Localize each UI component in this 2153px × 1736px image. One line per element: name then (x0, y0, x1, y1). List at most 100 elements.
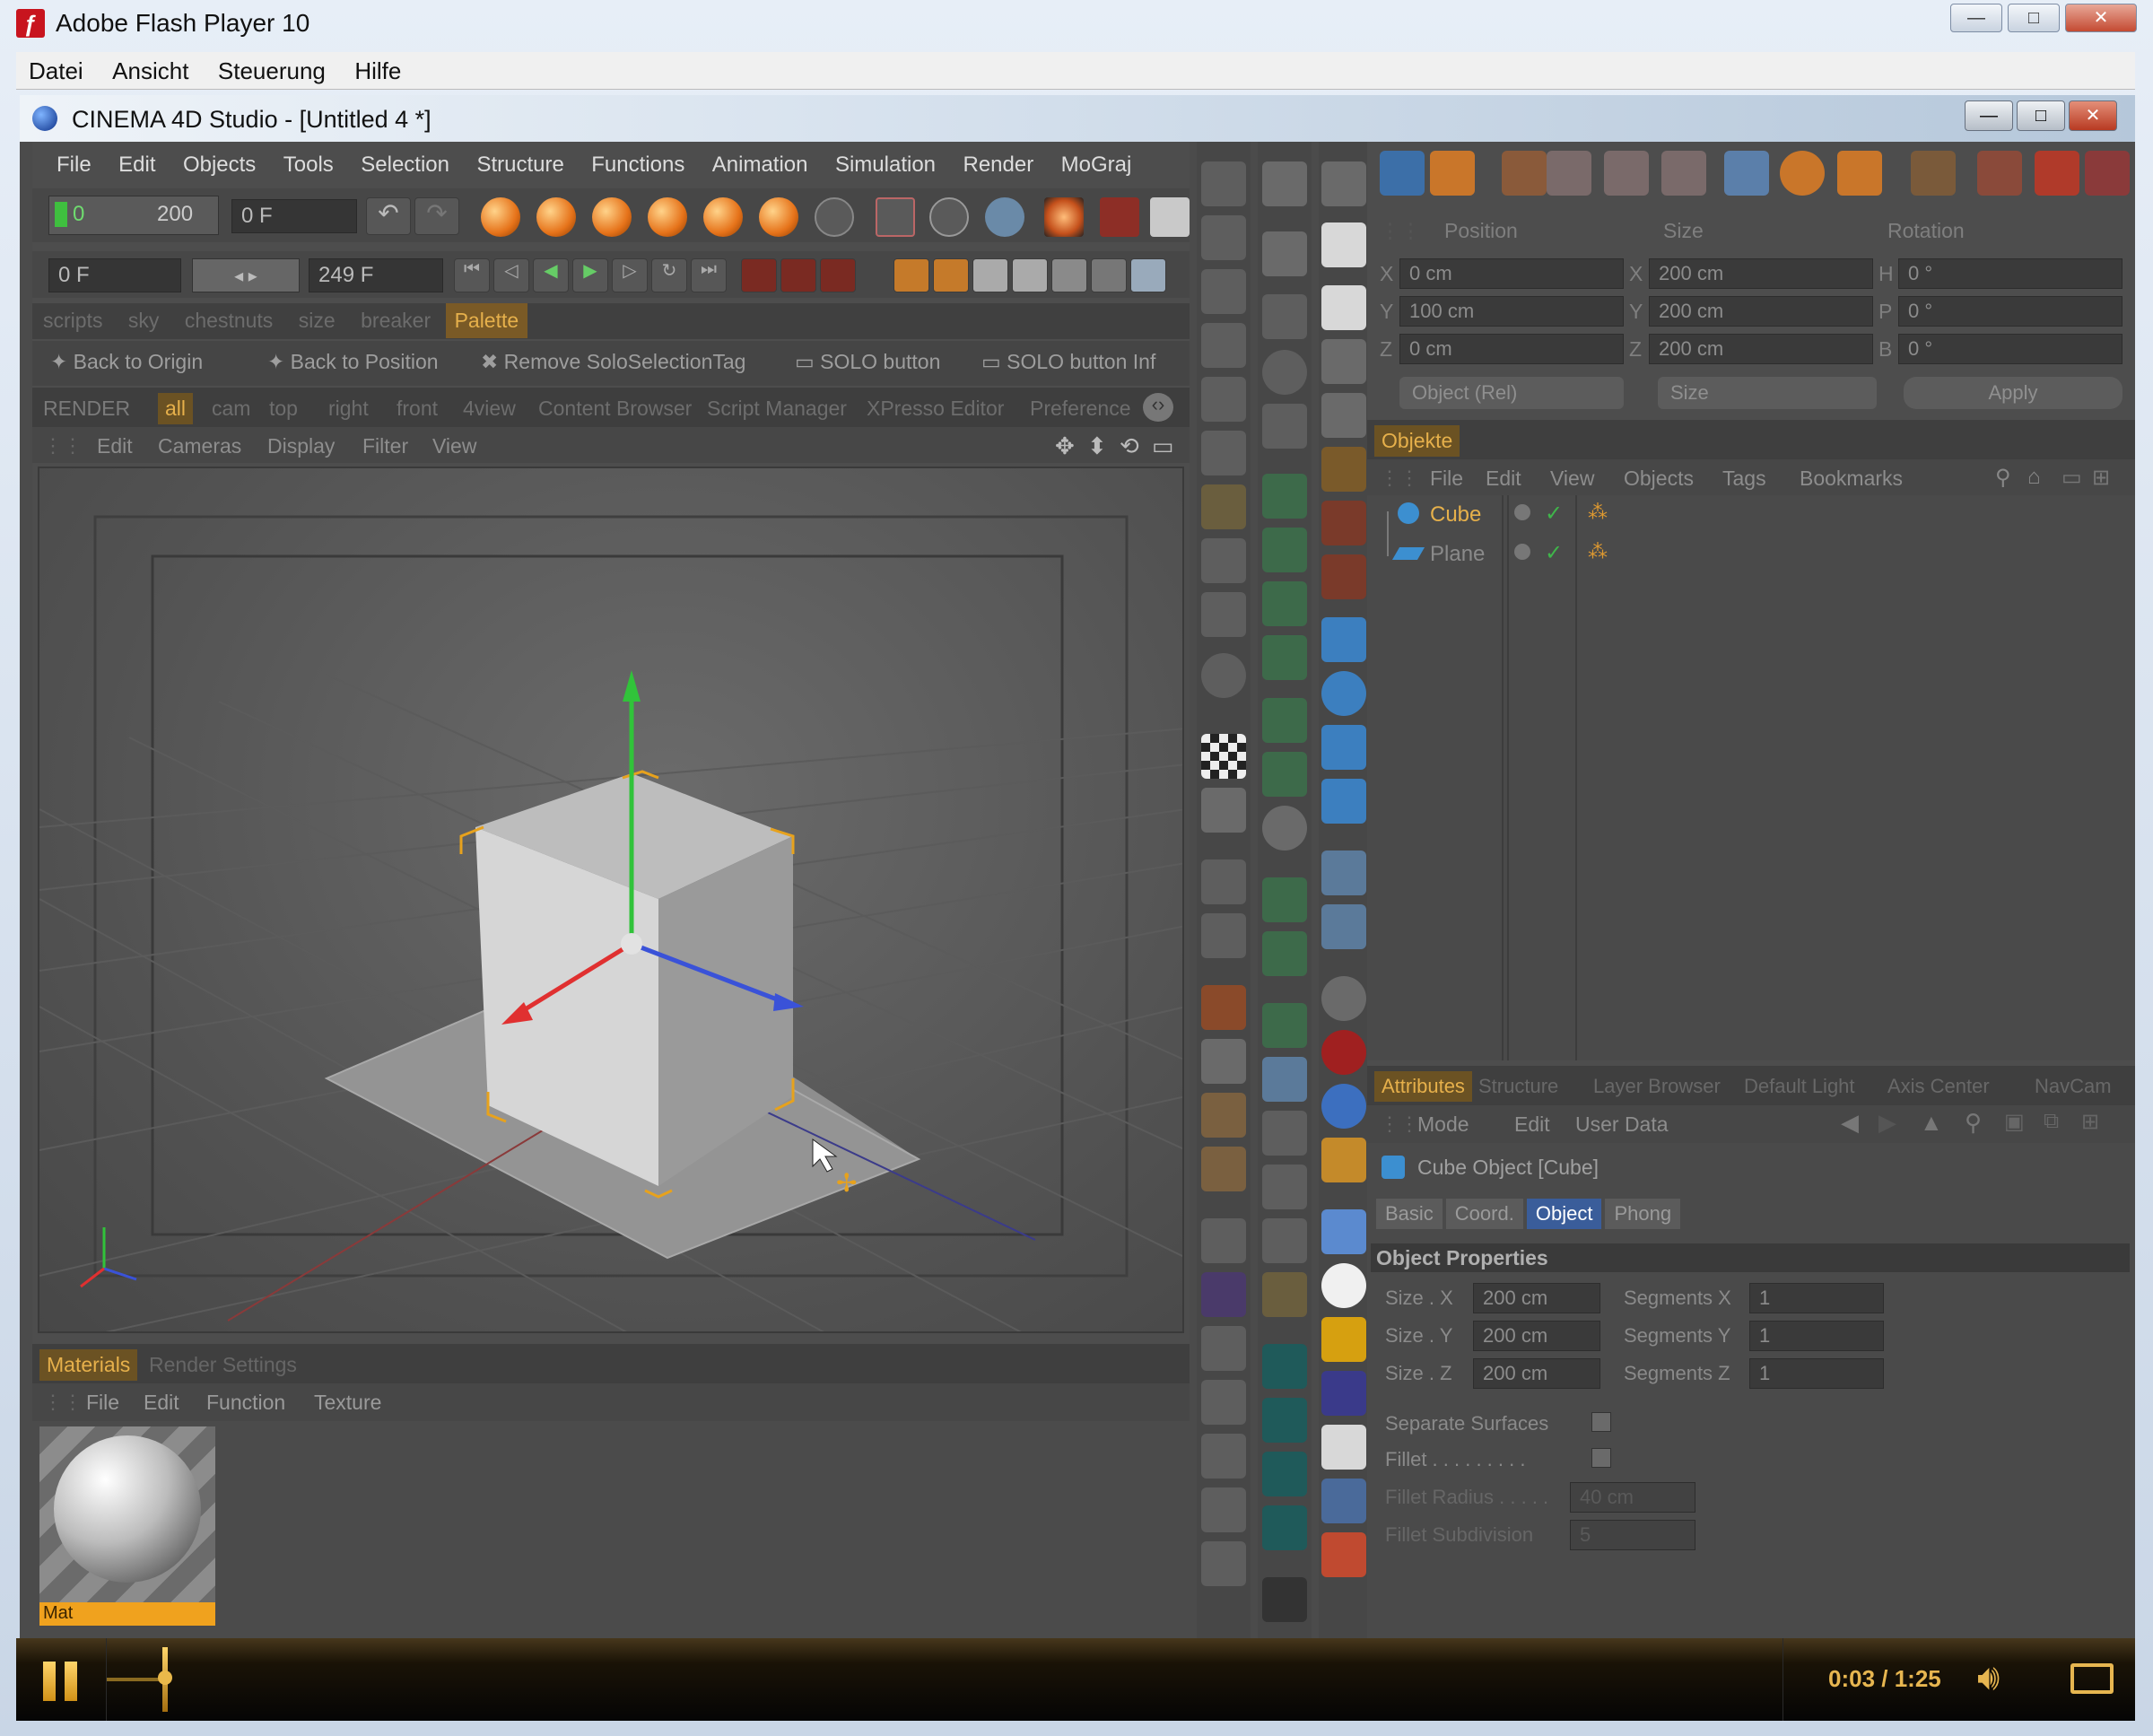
viewport-menu-filter[interactable]: Filter (362, 434, 408, 458)
scale-tool-icon[interactable] (592, 197, 632, 237)
palette-tab-chestnuts[interactable]: chestnuts (174, 303, 283, 333)
viewport-menu-display[interactable]: Display (267, 434, 335, 458)
circle-spline-icon[interactable] (1262, 350, 1307, 395)
tool2-icon-14[interactable] (1262, 931, 1307, 976)
key-position-icon[interactable] (893, 258, 929, 292)
move-mode-icon[interactable] (1724, 151, 1769, 196)
back-to-position-button[interactable]: ✦ Back to Position (267, 350, 439, 374)
tool-icon-8[interactable] (1201, 538, 1246, 583)
viewport-move-icon[interactable]: ✥ (1055, 432, 1075, 460)
viewport-rotate-icon[interactable]: ⟲ (1120, 432, 1139, 460)
c4d-menu-structure[interactable]: Structure (465, 147, 575, 178)
render-region-icon[interactable] (2035, 151, 2079, 196)
keyframe-select-icon[interactable] (820, 258, 856, 292)
rot-h-field[interactable]: 0 ° (1898, 258, 2122, 289)
tool-icon-15[interactable] (1201, 985, 1246, 1030)
view-tab-xpresso-editor[interactable]: XPresso Editor (867, 397, 1004, 421)
tool2-icon-25[interactable] (1262, 1577, 1307, 1622)
tool-icon-1[interactable] (1201, 161, 1246, 206)
tool2-icon-16[interactable] (1262, 1057, 1307, 1102)
tool3-icon-13[interactable] (1321, 851, 1366, 895)
material-name[interactable]: Mat (39, 1602, 215, 1626)
recent-tool-icon[interactable] (703, 197, 743, 237)
tool-icon-25[interactable] (1201, 1541, 1246, 1586)
menu-ansicht[interactable]: Ansicht (100, 52, 201, 85)
palette-tab-palette[interactable]: Palette (445, 303, 528, 338)
minimize-button[interactable]: — (1950, 4, 2002, 32)
materials-tab[interactable]: Materials (39, 1349, 138, 1381)
record-icon[interactable] (741, 258, 777, 292)
c4d-menu-functions[interactable]: Functions (580, 147, 696, 178)
goto-start-icon[interactable]: ⏮ (454, 258, 490, 292)
tool2-icon-21[interactable] (1262, 1344, 1307, 1389)
key-pla-icon[interactable] (1051, 258, 1087, 292)
viewport-menu-cameras[interactable]: Cameras (158, 434, 241, 458)
world-axis-icon[interactable] (815, 197, 854, 237)
tool3-icon-6[interactable] (1321, 447, 1366, 492)
tool2-icon-15[interactable] (1262, 1003, 1307, 1048)
gizmo-y-arrow[interactable] (623, 670, 641, 702)
tool3-icon-20[interactable] (1321, 1263, 1366, 1308)
tool-icon-12[interactable] (1201, 788, 1246, 833)
cube-object-name[interactable]: Cube (1430, 502, 1481, 528)
plane-tag-icon[interactable]: ⁂ (1588, 540, 1608, 563)
attributes-up-icon[interactable]: ▲ (1920, 1109, 1943, 1137)
objects-menu-tags[interactable]: Tags (1722, 467, 1766, 491)
seg-y-prop-field[interactable]: 1 (1749, 1321, 1884, 1351)
tool3-icon-22[interactable] (1321, 1371, 1366, 1416)
redo-button[interactable]: ↷ (414, 197, 459, 235)
object-mode-icon[interactable] (929, 197, 969, 237)
step-forward-icon[interactable]: ▷ (612, 258, 648, 292)
palette-tab-size[interactable]: size (288, 303, 346, 333)
c4d-menu-animation[interactable]: Animation (701, 147, 820, 178)
subtab-coord[interactable]: Coord. (1445, 1199, 1523, 1229)
palette-tab-scripts[interactable]: scripts (32, 303, 113, 333)
tool-6-icon[interactable] (759, 197, 798, 237)
tool3-icon-1[interactable] (1321, 161, 1366, 206)
goto-end-icon[interactable]: ⏭ (691, 258, 727, 292)
size-z-field[interactable]: 200 cm (1649, 334, 1873, 364)
viewport-menu-edit[interactable]: Edit (97, 434, 133, 458)
objects-menu-view[interactable]: View (1550, 467, 1594, 491)
rot-p-field[interactable]: 0 ° (1898, 296, 2122, 327)
render-ball-icon[interactable] (1044, 197, 1084, 237)
fillet-radius-field[interactable]: 40 cm (1570, 1482, 1695, 1513)
view-tabs-scroll-button[interactable]: ‹› (1143, 393, 1173, 422)
pos-y-field[interactable]: 100 cm (1399, 296, 1624, 327)
tool3-icon-21[interactable] (1321, 1317, 1366, 1362)
tool3-icon-5[interactable] (1321, 393, 1366, 438)
attributes-menu-edit[interactable]: Edit (1514, 1112, 1550, 1137)
subtab-phong[interactable]: Phong (1605, 1199, 1681, 1229)
timeline-icon[interactable] (1130, 258, 1166, 292)
tool2-icon-20[interactable] (1262, 1272, 1307, 1317)
attributes-lock-icon[interactable]: ▣ (2004, 1109, 2025, 1135)
list-icon[interactable] (1321, 1532, 1366, 1577)
tool2-icon-2[interactable] (1262, 231, 1307, 276)
materials-menu-file[interactable]: File (86, 1391, 119, 1415)
key-scale-icon[interactable] (933, 258, 969, 292)
solo-button[interactable]: ▭ SOLO button (795, 350, 940, 374)
materials-menu-function[interactable]: Function (206, 1391, 285, 1415)
tool-icon-7[interactable] (1201, 484, 1246, 529)
coord-mode-select[interactable]: Object (Rel) (1399, 377, 1624, 409)
attributes-search-icon[interactable]: ⚲ (1965, 1109, 1982, 1137)
view-tab-all[interactable]: all (158, 393, 194, 424)
tool-icon-19[interactable] (1201, 1218, 1246, 1263)
materials-menu-edit[interactable]: Edit (144, 1391, 179, 1415)
cube-tag-icon[interactable]: ⁂ (1588, 501, 1608, 524)
view-tab-right[interactable]: right (328, 397, 369, 421)
plane-primitive-icon[interactable] (1321, 725, 1366, 770)
objects-menu-edit[interactable]: Edit (1486, 467, 1521, 491)
subtab-basic[interactable]: Basic (1376, 1199, 1443, 1229)
tool2-icon-23[interactable] (1262, 1452, 1307, 1496)
subtab-object[interactable]: Object (1526, 1199, 1602, 1229)
figure-icon[interactable] (1262, 752, 1307, 797)
tool3-icon-24[interactable] (1321, 1479, 1366, 1523)
tool-icon-17[interactable] (1201, 1093, 1246, 1138)
tool2-icon-10[interactable] (1262, 698, 1307, 743)
size-x-prop-field[interactable]: 200 cm (1473, 1283, 1600, 1313)
undo-button[interactable]: ↶ (366, 197, 411, 235)
scale-mode-icon[interactable] (1837, 151, 1882, 196)
tool-icon-5[interactable] (1201, 377, 1246, 422)
tool-icon-16[interactable] (1201, 1039, 1246, 1084)
